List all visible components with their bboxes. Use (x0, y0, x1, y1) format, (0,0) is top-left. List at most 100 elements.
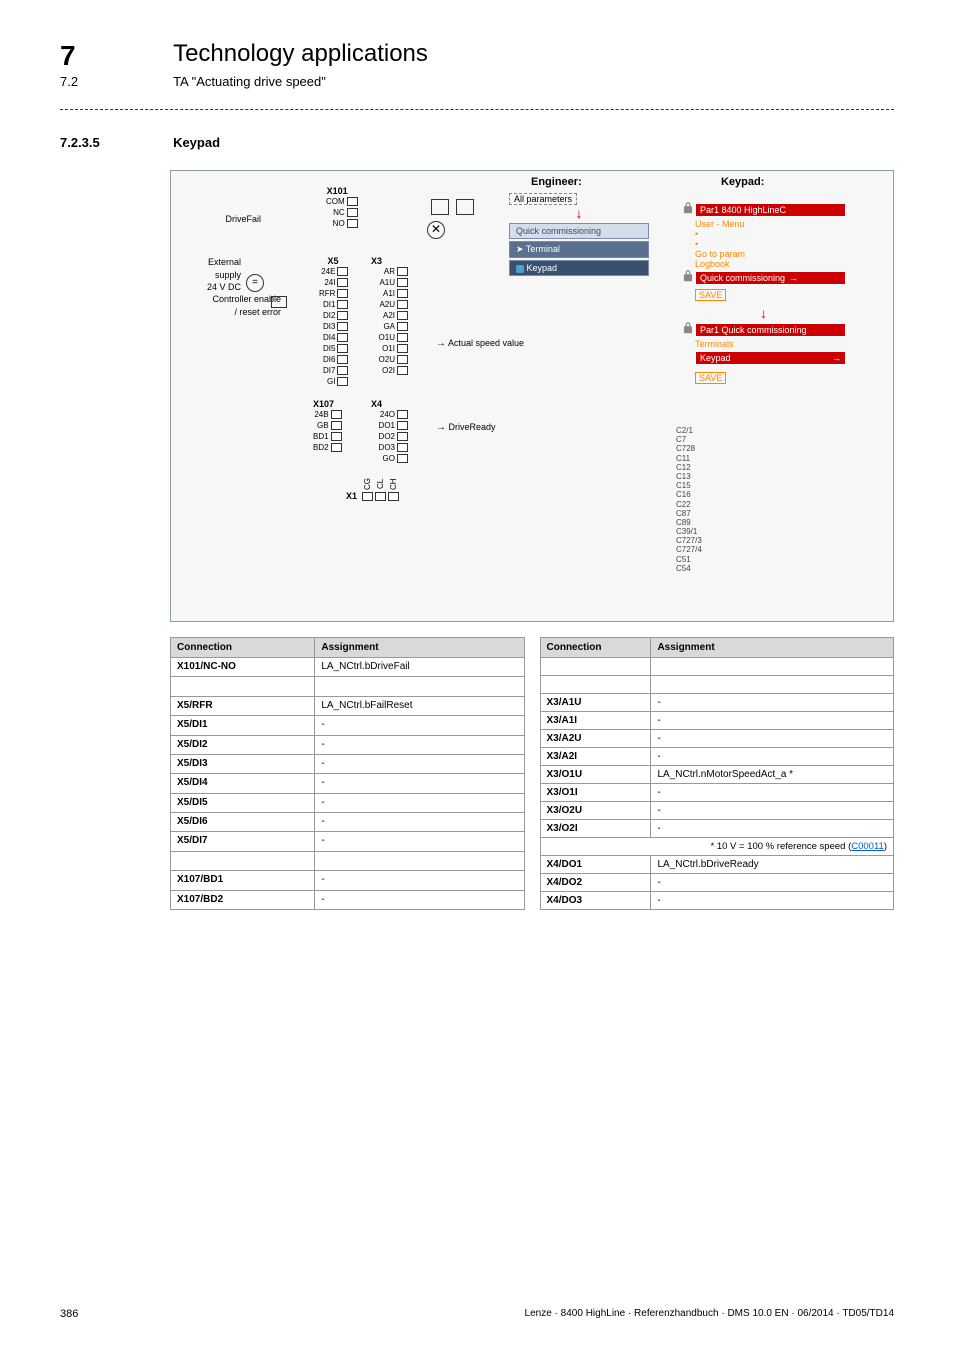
terminal-pin: DI5 (319, 343, 350, 354)
lamp-icon: ✕ (427, 221, 445, 239)
section-number: 7.2 (60, 74, 170, 89)
terminal-pin: 24O (371, 409, 410, 420)
label-drivefail: DriveFail (181, 213, 261, 226)
down-arrow-icon: ↓ (509, 205, 649, 221)
section-title: TA "Actuating drive speed" (173, 74, 326, 89)
table-row: X3/A2I- (540, 748, 894, 766)
arrow-actual-speed: → Actual speed value (436, 338, 524, 349)
table-row: X3/O2U- (540, 802, 894, 820)
table-row: X3/O1ULA_NCtrl.nMotorSpeedAct_a * (540, 766, 894, 784)
terminal-pin: A2I (371, 310, 410, 321)
code-list: C2/1C7C728C11C12C13C15C16C22C87C89C39/1C… (676, 426, 702, 573)
down-arrow-icon: ↓ (681, 305, 846, 321)
table-row: X5/DI7- (171, 832, 525, 851)
terminal-pin: 24I (319, 277, 350, 288)
table-row: X101/NC-NOLA_NCtrl.bDriveFail (171, 658, 525, 677)
table-row: X4/DO1LA_NCtrl.bDriveReady (540, 856, 894, 874)
terminal-pin: DO3 (371, 442, 410, 453)
terminal-pin: GA (371, 321, 410, 332)
keypad-user-menu: User - Menu (695, 219, 846, 229)
relay-coil-icon (431, 199, 449, 215)
voltage-source-icon: = (246, 274, 264, 292)
engineer-all-parameters: All parameters (509, 193, 577, 205)
table-row: X3/A2U- (540, 730, 894, 748)
keypad-keypad-row: Keypad→ (695, 351, 846, 365)
table-row: X3/A1I- (540, 712, 894, 730)
table-row: X5/DI2- (171, 735, 525, 754)
terminal-pin: DI1 (319, 299, 350, 310)
terminal-pin: GB (313, 420, 344, 431)
label-actual-speed: Actual speed value (448, 338, 524, 348)
table-row: X4/DO3- (540, 892, 894, 910)
table-row (540, 676, 894, 694)
keypad-save-1: SAVE (695, 289, 726, 301)
lock-icon (681, 269, 695, 283)
keypad-logbook: Logbook (695, 259, 846, 269)
th-assignment: Assignment (315, 638, 524, 658)
terminal-pin: 24B (313, 409, 344, 420)
terminal-pin: DI2 (319, 310, 350, 321)
connection-table-right: Connection Assignment X3/A1U-X3/A1I-X3/A… (540, 637, 895, 910)
x101-header: X101 (326, 186, 360, 196)
table-row: X5/DI5- (171, 793, 525, 812)
keypad-save-2: SAVE (695, 372, 726, 384)
terminal-pin: DI7 (319, 365, 350, 376)
contact-icon (456, 199, 474, 215)
x4-header: X4 (371, 399, 410, 409)
th-connection: Connection (171, 638, 315, 658)
table-row: X5/RFRLA_NCtrl.bFailReset (171, 696, 525, 715)
terminal-pin: CL (375, 476, 386, 501)
engineer-terminal: ➤ Terminal (509, 241, 649, 258)
label-external: External (181, 256, 241, 269)
table-row: X5/DI3- (171, 754, 525, 773)
terminal-pin: DI6 (319, 354, 350, 365)
table-row: X3/O1I- (540, 784, 894, 802)
subsection-title: Keypad (173, 135, 220, 150)
engineer-quick-commissioning: Quick commissioning (509, 223, 649, 239)
keypad-goto-param: Go to param (695, 249, 846, 259)
footnote-link[interactable]: C00011 (851, 841, 884, 852)
table-row: X3/A1U- (540, 694, 894, 712)
arrow-drive-ready: → DriveReady (436, 422, 496, 433)
terminal-pin: A1U (371, 277, 410, 288)
th-assignment: Assignment (651, 638, 894, 658)
lock-icon (681, 201, 695, 215)
page-number: 386 (60, 1308, 78, 1320)
table-row: X107/BD2- (171, 890, 525, 910)
lock-icon (681, 321, 695, 335)
table-row: X4/DO2- (540, 874, 894, 892)
separator (60, 109, 894, 110)
terminal-pin: BD1 (313, 431, 344, 442)
terminal-pin: A2U (371, 299, 410, 310)
terminal-pin: CG (362, 476, 373, 501)
connection-table-left: Connection Assignment X101/NC-NOLA_NCtrl… (170, 637, 525, 910)
table-row: X5/DI4- (171, 774, 525, 793)
terminal-pin: O2U (371, 354, 410, 365)
table-row: X3/O2I- (540, 820, 894, 838)
table-row: X107/BD1- (171, 871, 525, 890)
label-supply: supply (181, 269, 241, 282)
keypad-par1-8400: Par1 8400 HighLineC (695, 203, 846, 217)
terminal-pin: NC (326, 207, 360, 218)
wiring-diagram: Engineer: Keypad: DriveFail External sup… (170, 170, 894, 622)
table-row (540, 658, 894, 676)
engineer-column-title: Engineer: (531, 176, 582, 188)
label-reset-error: / reset error (181, 306, 281, 319)
page-header: 7 Technology applications 7.2 TA "Actuat… (60, 40, 894, 89)
terminal-pin: A1I (371, 288, 410, 299)
x5-header: X5 (319, 256, 350, 266)
table-row (171, 677, 525, 696)
x3-header: X3 (371, 256, 410, 266)
terminal-pin: O1U (371, 332, 410, 343)
terminal-pin: 24E (319, 266, 350, 277)
table-footnote: * 10 V = 100 % reference speed (C00011) (540, 838, 894, 856)
terminal-pin: GO (371, 453, 410, 464)
x1-header: X1 (346, 491, 357, 501)
terminal-pin: DI3 (319, 321, 350, 332)
table-row: X5/DI1- (171, 716, 525, 735)
th-connection: Connection (540, 638, 651, 658)
keypad-quick-commissioning: Quick commissioning→ (695, 271, 846, 285)
terminal-pin: O2I (371, 365, 410, 376)
terminal-pin: COM (326, 196, 360, 207)
label-controller-enable: Controller enable (181, 293, 281, 306)
